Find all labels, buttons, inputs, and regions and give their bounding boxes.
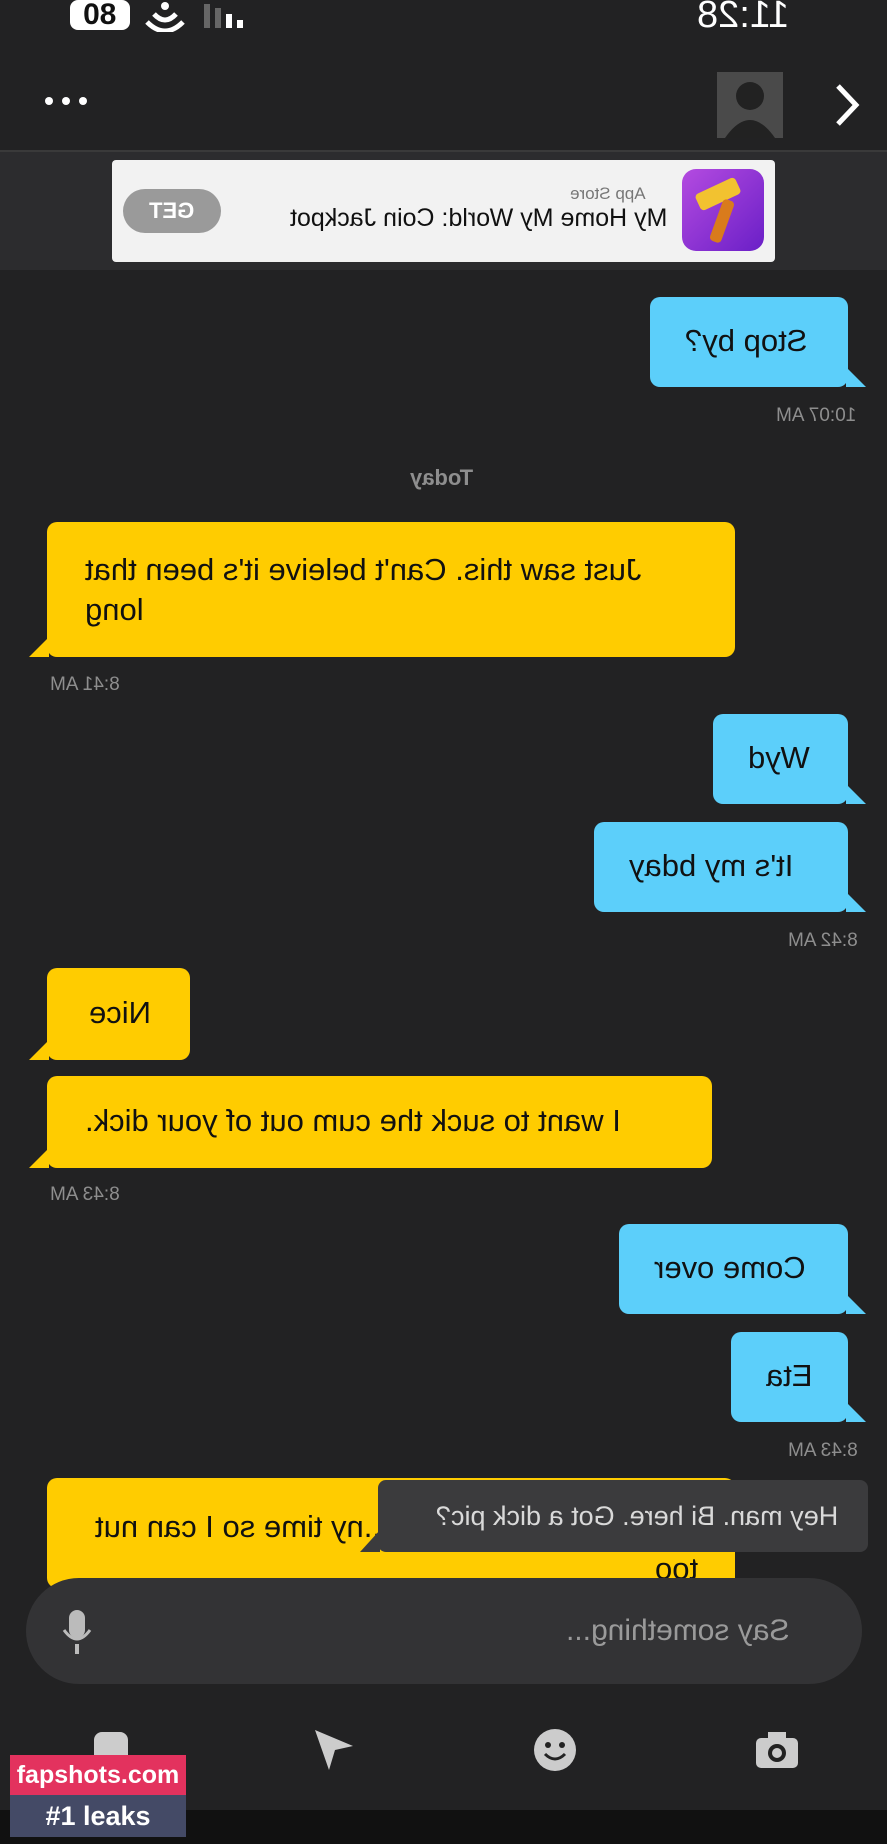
get-button[interactable]: GET bbox=[123, 189, 221, 233]
bubble-tail bbox=[29, 1148, 49, 1168]
outgoing-message[interactable]: It's my bday bbox=[594, 822, 848, 912]
bubble-tail bbox=[846, 1402, 866, 1422]
incoming-message[interactable]: I want to suck the cum out of your dick. bbox=[47, 1076, 712, 1168]
hammer-icon bbox=[695, 177, 741, 243]
outgoing-message[interactable]: Wyd bbox=[713, 714, 848, 804]
day-separator: Today bbox=[410, 465, 474, 490]
camera-icon[interactable] bbox=[754, 1730, 800, 1770]
timestamp: 8:42 AM bbox=[788, 930, 858, 951]
bubble-tail bbox=[846, 367, 866, 387]
bubble-tail bbox=[846, 1294, 866, 1314]
status-bar: 80 11:28 bbox=[0, 0, 887, 40]
bubble-tail bbox=[846, 892, 866, 912]
timestamp: 8:43 AM bbox=[788, 1440, 858, 1461]
send-location-icon[interactable] bbox=[313, 1728, 355, 1772]
outgoing-message[interactable]: Stop by? bbox=[650, 297, 848, 387]
incoming-message[interactable]: Nice bbox=[47, 968, 190, 1060]
bubble-tail bbox=[846, 784, 866, 804]
app-icon[interactable] bbox=[682, 169, 764, 251]
ad-title: My Home My World: Coin Jackpot bbox=[290, 204, 668, 232]
microphone-icon[interactable] bbox=[62, 1608, 92, 1656]
avatar[interactable] bbox=[717, 72, 783, 138]
message-preview-toast[interactable]: Hey man. Bi here. Got a dick pic? bbox=[378, 1480, 868, 1552]
timestamp: 8:41 AM bbox=[50, 674, 120, 695]
chevron-right-icon[interactable] bbox=[832, 82, 862, 128]
watermark-line2: #1 leaks bbox=[10, 1795, 186, 1837]
bubble-tail bbox=[29, 637, 49, 657]
outgoing-message[interactable]: Come over bbox=[619, 1224, 848, 1314]
outgoing-message[interactable]: Eta bbox=[731, 1332, 848, 1422]
incoming-message[interactable]: Just saw this. Can't beleive it's been t… bbox=[47, 522, 735, 657]
ad-source: App Store bbox=[570, 184, 646, 203]
bubble-tail bbox=[29, 1040, 49, 1060]
toast-tail bbox=[360, 1530, 380, 1552]
timestamp: 8:43 AM bbox=[50, 1184, 120, 1205]
status-time: 11:28 bbox=[697, 0, 790, 36]
wifi-icon bbox=[145, 2, 185, 32]
emoji-icon[interactable] bbox=[533, 1728, 577, 1772]
ellipsis-icon[interactable] bbox=[44, 95, 90, 107]
battery-indicator: 80 bbox=[70, 0, 130, 31]
message-placeholder: Say something... bbox=[566, 1614, 790, 1647]
battery-level: 80 bbox=[83, 0, 117, 31]
profile-placeholder-icon bbox=[725, 82, 775, 138]
signal-icon bbox=[204, 4, 243, 28]
timestamp: 10:07 AM bbox=[776, 405, 857, 426]
watermark-line1: fapshots.com bbox=[10, 1755, 186, 1795]
